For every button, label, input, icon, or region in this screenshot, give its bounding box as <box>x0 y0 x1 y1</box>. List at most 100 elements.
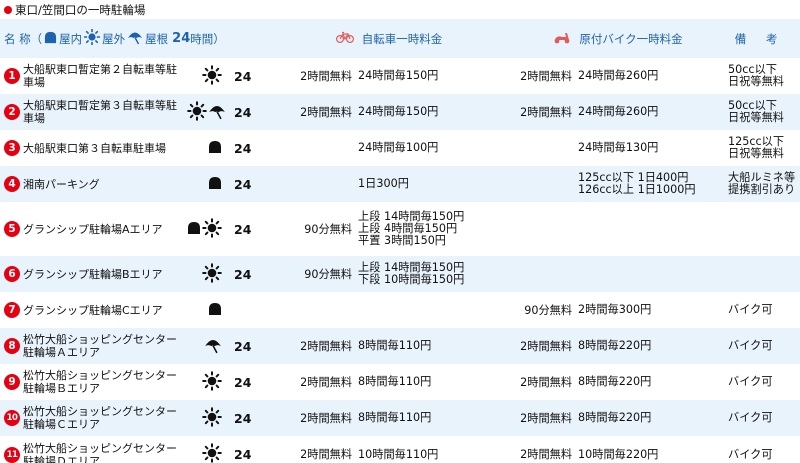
bicycle-rate-line: 10時間毎110円 <box>358 447 439 461</box>
note-cell: バイク可 <box>720 364 800 400</box>
facility-name-wrap: 8 松竹大船ショッピングセンター駐輪場Ａエリア <box>4 333 186 359</box>
moped-rate-line: 8時間毎220円 <box>578 375 652 388</box>
bicycle-free-time: 2時間無料 <box>300 448 353 461</box>
parking-table: 名 称（ 屋内 屋外 屋根 24 時間） 自転車一時料金 原付バイク一時料金 備… <box>0 19 800 463</box>
note-cell <box>720 256 800 292</box>
facility-type-icons <box>186 202 228 256</box>
row-number-badge: 6 <box>4 266 20 282</box>
note-cell <box>720 202 800 256</box>
bicycle-free-time: 2時間無料 <box>300 411 353 425</box>
facility-name: 大船駅東口暫定第２自転車等駐車場 <box>23 63 177 89</box>
moped-rate-line: 126cc以上 1日1000円 <box>578 183 696 196</box>
moped-free-time: 2時間無料 <box>520 105 573 119</box>
bicycle-rate-line: 24時間毎150円 <box>358 105 439 118</box>
hours-value: 24 <box>234 221 252 237</box>
hours-unit-label: 時間） <box>190 31 225 46</box>
facility-name-wrap: 2 大船駅東口暫定第３自転車等駐車場 <box>4 99 186 125</box>
facility-name-cell: 4 湘南パーキング <box>0 166 186 202</box>
facility-name-cell: 9 松竹大船ショッピングセンター駐輪場Ｂエリア <box>0 364 186 400</box>
table-row: 10 松竹大船ショッピングセンター駐輪場Ｃエリア 24 2時間無料 8時間毎110円 2時… <box>0 400 800 436</box>
note-cell: 50cc以下 日祝等無料 <box>720 94 800 130</box>
hours-value: 24 <box>234 140 252 156</box>
bicycle-rate: 24時間毎150円 <box>356 94 516 130</box>
facility-name-cell: 1 大船駅東口暫定第２自転車等駐車場 <box>0 58 186 94</box>
facility-name-cell: 8 松竹大船ショッピングセンター駐輪場Ａエリア <box>0 328 186 364</box>
moped-rate: 24時間毎260円 <box>576 58 720 94</box>
bicycle-rate-line: 1日300円 <box>358 177 409 190</box>
bicycle-free-time: 2時間無料 <box>300 339 353 353</box>
facility-name-wrap: 4 湘南パーキング <box>4 176 186 192</box>
row-number-badge: 8 <box>4 338 20 354</box>
umbrella-icon <box>204 336 222 357</box>
facility-type-icons <box>186 436 228 463</box>
note-cell: 125cc以下 日祝等無料 <box>720 130 800 166</box>
note-cell: バイク可 <box>720 436 800 463</box>
hours-value <box>228 292 262 328</box>
note-line: 提携割引あり <box>728 183 796 196</box>
hours-24-label: 24 <box>172 31 191 46</box>
moped-rate-line: 24時間毎130円 <box>578 141 659 154</box>
moped-rate-line: 10時間毎220円 <box>578 447 659 461</box>
row-number-badge: 9 <box>4 374 20 390</box>
moped-free-time: 2時間無料 <box>520 375 573 389</box>
facility-name: 大船駅東口暫定第３自転車等駐車場 <box>23 99 177 125</box>
note-line: 日祝等無料 <box>728 75 784 88</box>
facility-name: 大船駅東口第３自転車駐車場 <box>23 141 166 155</box>
moped-fee-label: 原付バイク一時料金 <box>579 31 683 46</box>
note-cell: バイク可 <box>720 400 800 436</box>
row-number-badge: 1 <box>4 68 20 84</box>
bicycle-icon <box>335 31 354 46</box>
table-row: 9 松竹大船ショッピングセンター駐輪場Ｂエリア 24 2時間無料 8時間毎110円 2時間… <box>0 364 800 400</box>
facility-name-wrap: 3 大船駅東口第３自転車駐車場 <box>4 140 186 156</box>
facility-name-wrap: 1 大船駅東口暫定第２自転車等駐車場 <box>4 63 186 89</box>
note-cell: 50cc以下 日祝等無料 <box>720 58 800 94</box>
facility-name-cell: 6 グランシップ駐輪場Bエリア <box>0 256 186 292</box>
table-row: 11 松竹大船ショッピングセンター駐輪場Ｄエリア 24 2時間無料 10時間毎110円 2… <box>0 436 800 463</box>
moped-free-time <box>516 202 576 256</box>
row-number-badge: 7 <box>4 302 20 318</box>
indoor-icon <box>208 302 222 319</box>
facility-name: 松竹大船ショッピングセンター駐輪場Ｂエリア <box>23 369 177 395</box>
facility-name: 湘南パーキング <box>23 177 100 191</box>
bicycle-rate: 8時間毎110円 <box>356 400 516 436</box>
note-cell: 大船ルミネ等 提携割引あり <box>720 166 800 202</box>
facility-type-icons <box>186 130 228 166</box>
bicycle-rate: 1日300円 <box>356 166 516 202</box>
hours-value: 24 <box>234 104 252 120</box>
bicycle-rate: 8時間毎110円 <box>356 328 516 364</box>
facility-name: グランシップ駐輪場Cエリア <box>23 303 163 317</box>
moped-free-time: 90分無料 <box>524 303 573 317</box>
table-row: 8 松竹大船ショッピングセンター駐輪場Ａエリア 24 2時間無料 8時間毎110円 2時間… <box>0 328 800 364</box>
bicycle-free-time <box>262 130 356 166</box>
bicycle-rate-line: 8時間毎110円 <box>358 339 432 352</box>
bicycle-fee-label: 自転車一時料金 <box>361 31 443 46</box>
indoor-icon <box>187 221 201 238</box>
moped-rate: 8時間毎220円 <box>576 400 720 436</box>
sun-icon <box>202 443 222 463</box>
outdoor-label: 屋外 <box>102 31 126 46</box>
facility-name-cell: 5 グランシップ駐輪場Aエリア <box>0 202 186 256</box>
bicycle-free-time: 90分無料 <box>304 267 353 281</box>
note-cell: バイク可 <box>720 292 800 328</box>
moped-rate: 24時間毎130円 <box>576 130 720 166</box>
indoor-icon <box>44 31 57 47</box>
bicycle-rate-line: 8時間毎110円 <box>358 375 432 388</box>
bicycle-rate-line: 24時間毎150円 <box>358 69 439 82</box>
bicycle-free-time: 90分無料 <box>304 222 353 236</box>
table-row: 4 湘南パーキング 24 1日300円 125cc以下 1日400円 126cc以上 1日… <box>0 166 800 202</box>
hours-value: 24 <box>234 410 252 426</box>
bicycle-rate: 上段 14時間毎150円 上段 4時間毎150円 平置 3時間150円 <box>356 202 516 256</box>
bicycle-free-time: 2時間無料 <box>300 105 353 119</box>
sun-icon <box>187 100 207 124</box>
sun-icon <box>202 217 222 241</box>
table-row: 6 グランシップ駐輪場Bエリア 24 90分無料 上段 14時間毎150円 下段 10時間… <box>0 256 800 292</box>
row-number-badge: 5 <box>4 221 20 237</box>
moped-rate-line: 8時間毎220円 <box>578 411 652 424</box>
note-line: バイク可 <box>728 303 773 316</box>
bicycle-rate: 24時間毎150円 <box>356 58 516 94</box>
facility-type-icons <box>186 292 228 328</box>
bicycle-fee-header: 自転車一時料金 <box>262 31 516 47</box>
moped-rate-line: 24時間毎260円 <box>578 105 659 118</box>
facility-name-cell: 3 大船駅東口第３自転車駐車場 <box>0 130 186 166</box>
indoor-icon <box>208 140 222 157</box>
